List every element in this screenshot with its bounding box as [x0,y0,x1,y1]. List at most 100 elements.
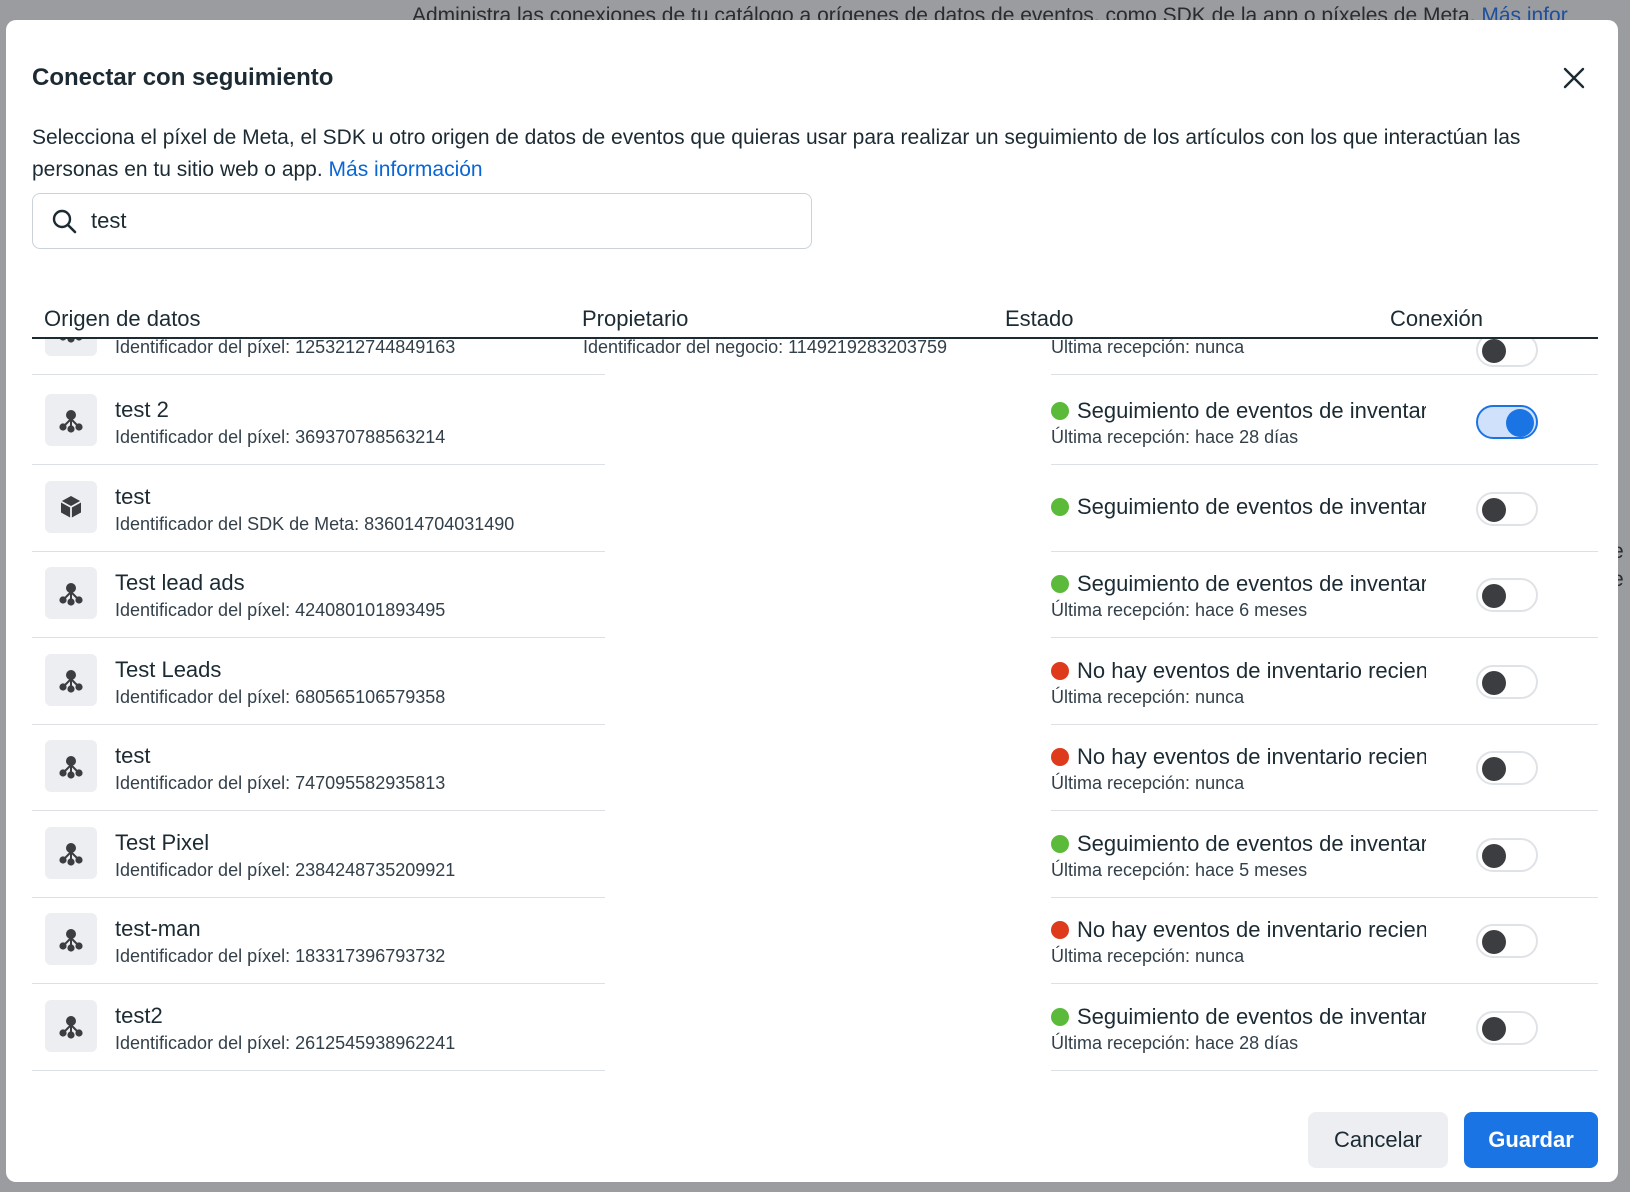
row-last-received: Última recepción: hace 28 días [1051,1032,1299,1053]
row-status-text: No hay eventos de inventario recientes [1077,744,1426,769]
pixel-icon [45,653,97,706]
row-identifier: Identificador del píxel: 261254593896224… [115,1032,456,1053]
close-icon [1563,67,1585,89]
connection-toggle[interactable] [1476,924,1538,958]
table-row[interactable]: Test Leads Identificador del píxel: 6805… [32,635,1598,725]
row-status: Seguimiento de eventos de inventario [1051,830,1426,858]
row-identifier: Identificador del píxel: 238424873520992… [115,859,456,880]
cancel-button[interactable]: Cancelar [1308,1112,1448,1168]
toggle-knob [1482,930,1506,954]
column-header-status[interactable]: Estado [1005,306,1074,332]
row-status: Seguimiento de eventos de inventario [1051,397,1426,425]
column-header-source[interactable]: Origen de datos [44,306,201,332]
row-divider [32,1069,605,1071]
row-status: No hay eventos de inventario recientes [1051,657,1426,685]
toggle-knob [1482,1016,1506,1041]
row-name: Test Pixel [115,829,210,855]
pixel-icon [45,913,97,965]
row-status: Seguimiento de eventos de inventario [1051,1003,1426,1031]
pixel-icon [45,826,97,879]
column-header-connection[interactable]: Conexión [1390,306,1483,332]
row-name: Test Leads [115,656,222,682]
connect-tracking-dialog: Conectar con seguimiento Selecciona el p… [6,20,1618,1182]
pixel-icon [45,999,97,1052]
toggle-knob [1482,670,1506,695]
search-icon [51,207,79,235]
row-status-text: Seguimiento de eventos de inventario [1077,398,1426,423]
row-last-received: Última recepción: hace 5 meses [1051,859,1308,880]
toggle-knob [1482,757,1506,781]
pixel-icon [45,740,97,792]
table-row[interactable]: test Identificador del píxel: 7470955829… [32,721,1598,811]
table-row[interactable]: Test lead ads Identificador del píxel: 4… [32,548,1598,638]
row-name: Test lead ads [115,570,245,595]
row-last-received: Última recepción: nunca [1051,946,1245,966]
table-row[interactable]: test-man Identificador del píxel: 183317… [32,894,1598,984]
dialog-title: Conectar con seguimiento [32,64,334,91]
row-status: Seguimiento de eventos de inventario [1051,493,1426,521]
status-dot [1051,921,1069,939]
row-name: test [115,743,151,768]
data-sources-table[interactable]: Identificador del píxel: 125321274484916… [32,339,1598,1109]
row-identifier: Identificador del SDK de Meta: 836014704… [115,513,515,534]
row-status: Seguimiento de eventos de inventario [1051,570,1426,598]
row-divider [1051,1069,1598,1071]
pixel-icon [45,567,97,619]
status-dot [1051,748,1069,766]
row-name: test-man [115,916,201,941]
status-dot [1051,402,1069,420]
pixel-icon [45,394,97,446]
connection-toggle[interactable] [1476,491,1538,526]
row-status: No hay eventos de inventario recientes [1051,916,1426,944]
search-input[interactable] [91,208,791,234]
connection-toggle[interactable] [1476,339,1538,367]
row-owner: Identificador del negocio: 1149219283203… [583,339,947,357]
table-row[interactable]: test Identificador del SDK de Meta: 8360… [32,462,1598,552]
row-identifier: Identificador del píxel: 747095582935813 [115,773,446,793]
row-status: No hay eventos de inventario recientes [1051,743,1426,771]
row-status-text: Seguimiento de eventos de inventario [1077,1003,1426,1029]
connection-toggle[interactable] [1476,837,1538,872]
close-button[interactable] [1558,62,1590,94]
row-identifier: Identificador del píxel: 183317396793732 [115,946,446,966]
table-row[interactable]: Test Pixel Identificador del píxel: 2384… [32,808,1598,898]
connection-toggle[interactable] [1476,578,1538,612]
table-row[interactable]: test2 Identificador del píxel: 261254593… [32,981,1598,1071]
row-status-text: No hay eventos de inventario recientes [1077,657,1426,683]
learn-more-link[interactable]: Más información [329,158,483,181]
toggle-knob [1482,584,1506,608]
pixel-icon [45,339,97,356]
connection-toggle[interactable] [1476,1010,1538,1045]
table-row-partial[interactable]: Identificador del píxel: 125321274484916… [32,339,1598,375]
row-identifier: Identificador del píxel: 125321274484916… [115,339,456,357]
status-dot [1051,575,1069,593]
status-dot [1051,661,1069,680]
connection-toggle[interactable] [1476,751,1538,785]
toggle-knob [1482,497,1506,522]
save-button[interactable]: Guardar [1464,1112,1598,1168]
row-last-received: Última recepción: nunca [1051,773,1245,793]
row-last-received: Última recepción: hace 6 meses [1051,600,1308,620]
dialog-description: Selecciona el píxel de Meta, el SDK u ot… [32,126,1521,181]
row-identifier: Identificador del píxel: 424080101893495 [115,600,446,620]
column-header-owner[interactable]: Propietario [582,306,688,332]
row-identifier: Identificador del píxel: 680565106579358 [115,686,446,707]
row-last-received: Última recepción: nunca [1051,686,1245,707]
status-dot [1051,834,1069,853]
row-status-text: Seguimiento de eventos de inventario [1077,830,1426,856]
row-status-text: Seguimiento de eventos de inventario [1077,571,1426,596]
row-last-received: Última recepción: hace 28 días [1051,427,1299,447]
row-name: test [115,483,151,509]
row-name: test 2 [115,397,169,422]
table-row[interactable]: test 2 Identificador del píxel: 36937078… [32,375,1598,465]
connection-toggle[interactable] [1476,664,1538,699]
sdk-icon [45,480,97,533]
search-box[interactable] [32,193,812,249]
row-identifier: Identificador del píxel: 369370788563214 [115,427,446,447]
row-name: test2 [115,1002,163,1028]
row-status-text: Seguimiento de eventos de inventario [1077,493,1426,519]
row-last-received: Última recepción: nunca [1051,339,1245,357]
row-status-text: No hay eventos de inventario recientes [1077,917,1426,942]
connection-toggle[interactable] [1476,405,1538,439]
toggle-knob [1506,409,1534,437]
